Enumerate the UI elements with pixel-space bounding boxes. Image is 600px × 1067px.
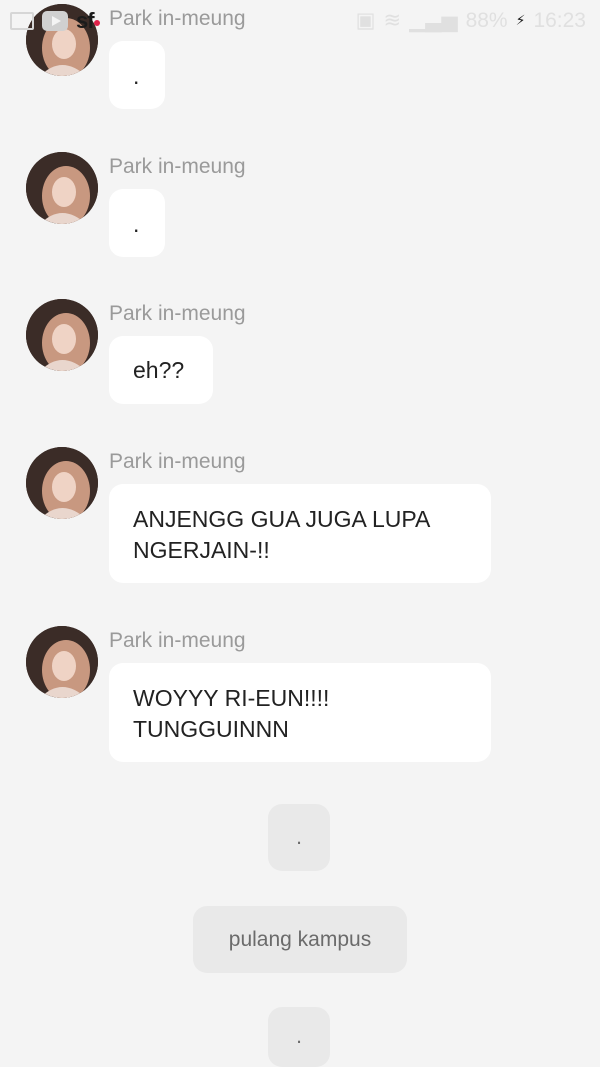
sender-name: Park in-meung (109, 302, 246, 325)
message-text: eh?? (133, 357, 185, 383)
narration-bubble[interactable]: pulang kampus (193, 906, 407, 973)
message-text: . (133, 211, 140, 237)
sender-name: Park in-meung (109, 155, 246, 178)
narration-bubble[interactable]: . (268, 804, 330, 871)
narration-text: . (296, 1025, 302, 1048)
message-bubble[interactable]: . (109, 189, 165, 257)
avatar[interactable] (26, 447, 98, 519)
avatar[interactable] (26, 626, 98, 698)
message-text: WOYYY RI-EUN!!!! TUNGGUINNN (133, 685, 330, 742)
avatar[interactable] (26, 299, 98, 371)
sender-name: Park in-meung (109, 7, 246, 30)
chat-view[interactable]: Park in-meung . Park in-meung . Park in-… (0, 0, 600, 1067)
avatar[interactable] (26, 152, 98, 224)
sender-name: Park in-meung (109, 629, 246, 652)
avatar[interactable] (26, 4, 98, 76)
message-text: ANJENGG GUA JUGA LUPA NGERJAIN-!! (133, 506, 431, 563)
message-bubble[interactable]: . (109, 41, 165, 109)
narration-text: . (296, 825, 302, 849)
message-text: . (133, 63, 140, 89)
message-bubble[interactable]: eh?? (109, 336, 213, 404)
narration-text: pulang kampus (228, 927, 372, 951)
narration-bubble[interactable]: . (268, 1007, 330, 1067)
message-bubble[interactable]: WOYYY RI-EUN!!!! TUNGGUINNN (109, 663, 491, 762)
message-bubble[interactable]: ANJENGG GUA JUGA LUPA NGERJAIN-!! (109, 484, 491, 583)
sender-name: Park in-meung (109, 450, 246, 473)
